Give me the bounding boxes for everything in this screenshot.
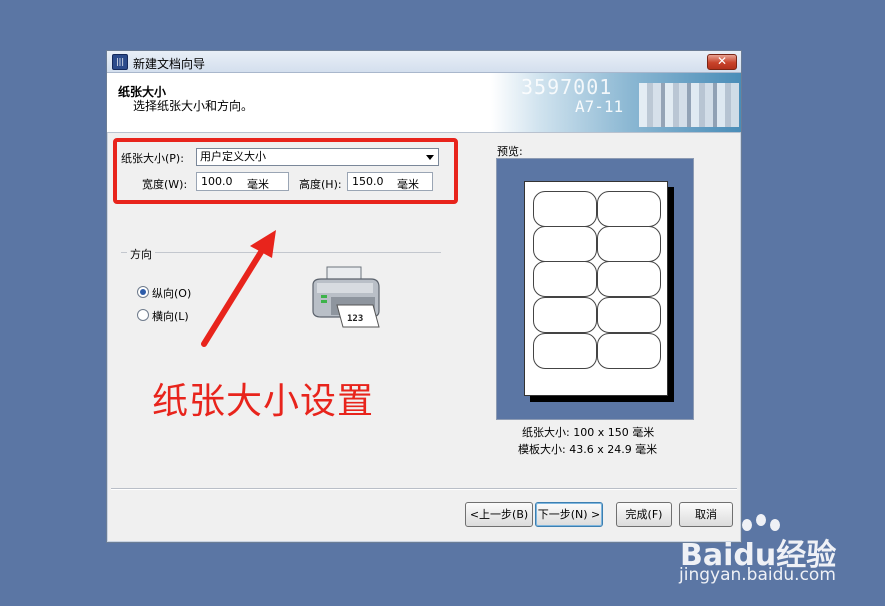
annotation-arrow-icon [201, 230, 276, 347]
finish-button[interactable]: 完成(F) [616, 502, 672, 527]
height-value: 150.0 [352, 175, 384, 188]
width-value: 100.0 [201, 175, 233, 188]
watermark-url: jingyan.baidu.com [679, 565, 836, 585]
banner-label-text: A7-11 [575, 97, 624, 116]
cancel-button[interactable]: 取消 [679, 502, 733, 527]
paper-size-label: 纸张大小(P): [121, 152, 184, 165]
width-unit: 毫米 [247, 178, 269, 191]
preview-paper [524, 181, 668, 396]
chevron-down-icon [426, 155, 434, 160]
back-button[interactable]: <上一步(B) [465, 502, 533, 527]
app-icon: ||| [112, 54, 128, 70]
preview-label-cell [533, 333, 597, 369]
preview-label-cell [533, 191, 597, 227]
preview-panel [496, 158, 694, 420]
wizard-header: 3597001 A7-11 纸张大小 选择纸张大小和方向。 [107, 73, 741, 133]
preview-label-cell [597, 191, 661, 227]
height-unit: 毫米 [397, 178, 419, 191]
next-button[interactable]: 下一步(N) > [535, 502, 603, 527]
portrait-label[interactable]: 纵向(O) [152, 285, 191, 301]
landscape-label[interactable]: 横向(L) [152, 308, 189, 324]
preview-label-cell [533, 226, 597, 262]
preview-label-cell [597, 261, 661, 297]
preview-label: 预览: [497, 145, 523, 158]
page-subtitle: 选择纸张大小和方向。 [133, 99, 254, 113]
window-title: 新建文档向导 [133, 57, 206, 71]
preview-label-cell [533, 261, 597, 297]
close-button[interactable]: ✕ [707, 54, 737, 70]
height-label: 高度(H): [299, 178, 342, 191]
landscape-radio[interactable] [137, 309, 149, 321]
portrait-radio[interactable] [137, 286, 149, 298]
paper-size-info: 纸张大小: 100 x 150 毫米 [522, 426, 655, 439]
paper-size-select[interactable]: 用户定义大小 [196, 148, 439, 166]
height-input[interactable]: 150.0 [347, 172, 433, 191]
orientation-group-title: 方向 [127, 246, 155, 262]
preview-label-cell [597, 333, 661, 369]
preview-label-cell [597, 226, 661, 262]
annotation-text: 纸张大小设置 [152, 381, 375, 422]
preview-label-cell [533, 297, 597, 333]
paper-size-value: 用户定义大小 [200, 150, 266, 163]
footer-separator [111, 488, 737, 489]
preview-label-cell [597, 297, 661, 333]
title-bar[interactable]: ||| 新建文档向导 ✕ [107, 51, 741, 73]
width-input[interactable]: 100.0 [196, 172, 289, 191]
paw-icon [756, 514, 766, 526]
template-size-info: 模板大小: 43.6 x 24.9 毫米 [518, 443, 658, 456]
printer-icon: 123 [312, 266, 380, 328]
banner-barcode-text: 3597001 [521, 75, 613, 99]
width-label: 宽度(W): [142, 178, 188, 191]
banner-blurred-logo [639, 83, 739, 127]
printer-paper-text: 123 [347, 314, 363, 324]
